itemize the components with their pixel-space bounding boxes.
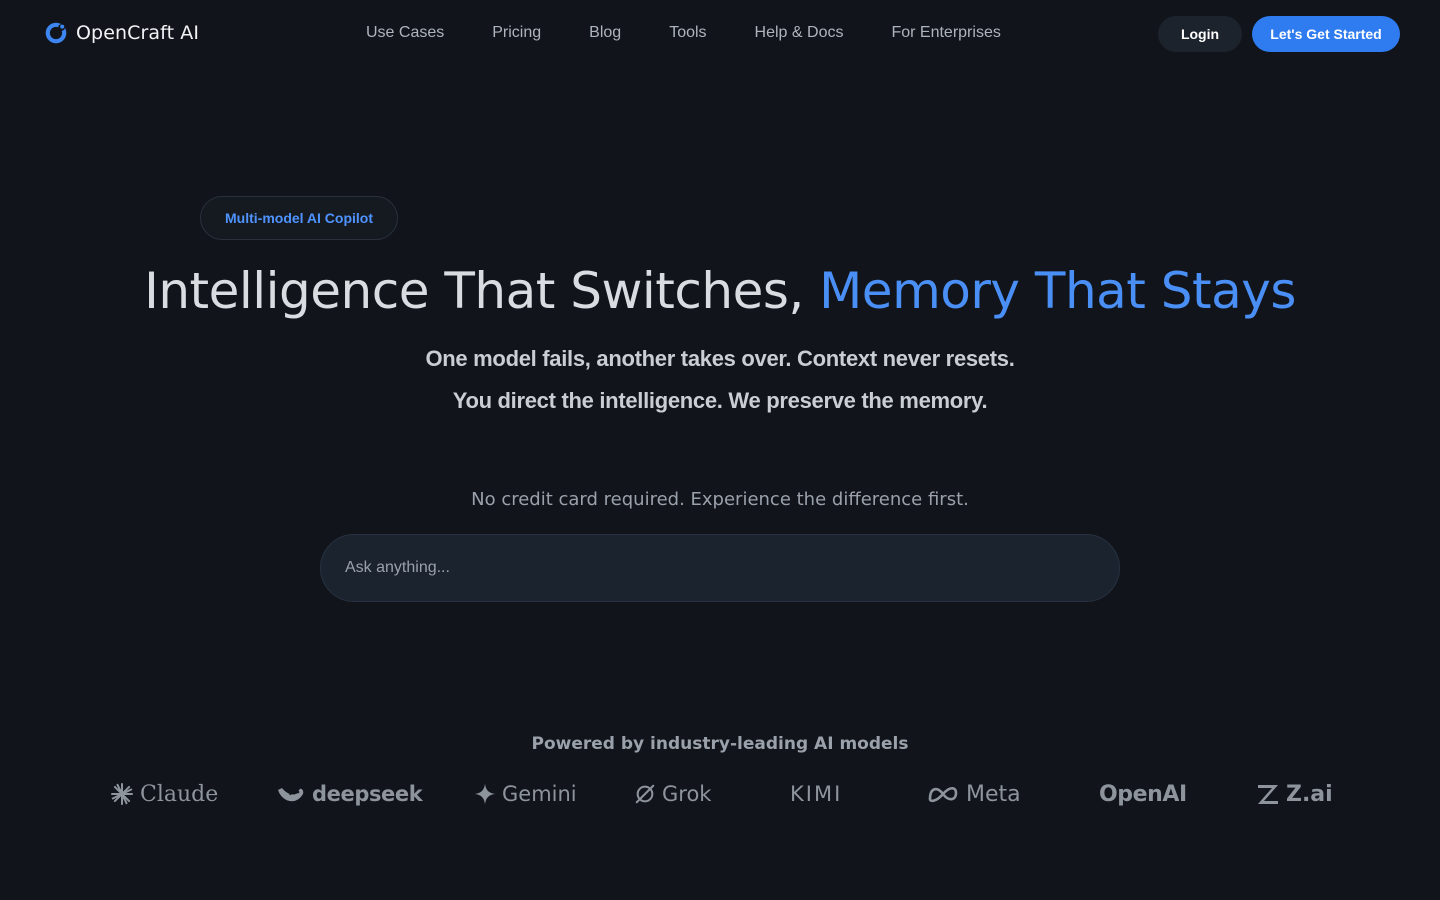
brand-logo-link[interactable]: OpenCraft AI [44,21,199,45]
brand-name: OpenCraft AI [76,22,200,44]
model-logo-kimi: KIMI [790,776,842,812]
nav-help-docs[interactable]: Help & Docs [755,24,844,42]
hero-title-accent: Memory That Stays [819,262,1296,320]
gemini-star-icon [474,783,496,805]
model-name: Z.ai [1286,781,1333,807]
hero-badge: Multi-model AI Copilot [200,196,399,240]
hero-subtitle-line1: One model fails, another takes over. Con… [425,346,1015,371]
hero-title-main: Intelligence That Switches, [144,262,820,320]
model-logo-openai: OpenAI [1099,776,1187,812]
ask-anything-input[interactable] [320,534,1120,602]
meta-infinity-icon [928,786,958,803]
model-name: deepseek [312,782,423,806]
no-credit-card-note: No credit card required. Experience the … [471,489,969,510]
nav-pricing[interactable]: Pricing [492,24,541,42]
model-logo-gemini: Gemini [474,776,577,812]
model-logo-claude: Claude [110,776,218,812]
model-name: KIMI [790,782,843,806]
model-logo-zai: Z.ai [1256,776,1333,812]
claude-spark-icon [111,783,133,805]
nav-blog[interactable]: Blog [589,24,621,42]
nav-for-enterprises[interactable]: For Enterprises [891,24,1000,42]
model-name: Grok [662,782,712,806]
model-logo-strip: Claude deepseek Gemini Grok KIMI Meta Op… [0,776,1440,812]
grok-slash-icon [635,784,655,804]
nav-use-cases[interactable]: Use Cases [366,24,444,42]
model-name: Meta [966,781,1021,807]
model-name: Claude [140,781,219,807]
opencraft-logo-icon [45,22,67,44]
site-header: OpenCraft AI Use Cases Pricing Blog Tool… [0,0,1440,68]
nav-tools[interactable]: Tools [669,24,706,42]
get-started-button[interactable]: Let's Get Started [1252,16,1400,52]
login-button[interactable]: Login [1158,16,1242,52]
hero-subtitle-line2: You direct the intelligence. We preserve… [452,388,988,413]
main-nav: Use Cases Pricing Blog Tools Help & Docs… [366,24,1001,42]
model-logo-grok: Grok [634,776,711,812]
deepseek-whale-icon [278,788,304,802]
model-name: Gemini [502,782,577,806]
model-logo-deepseek: deepseek [276,776,423,812]
powered-by-heading: Powered by industry-leading AI models [531,734,909,754]
hero-title: Intelligence That Switches, Memory That … [0,262,1440,320]
model-logo-meta: Meta [926,776,1021,812]
zai-z-icon [1258,785,1278,804]
model-name: OpenAI [1099,781,1187,807]
